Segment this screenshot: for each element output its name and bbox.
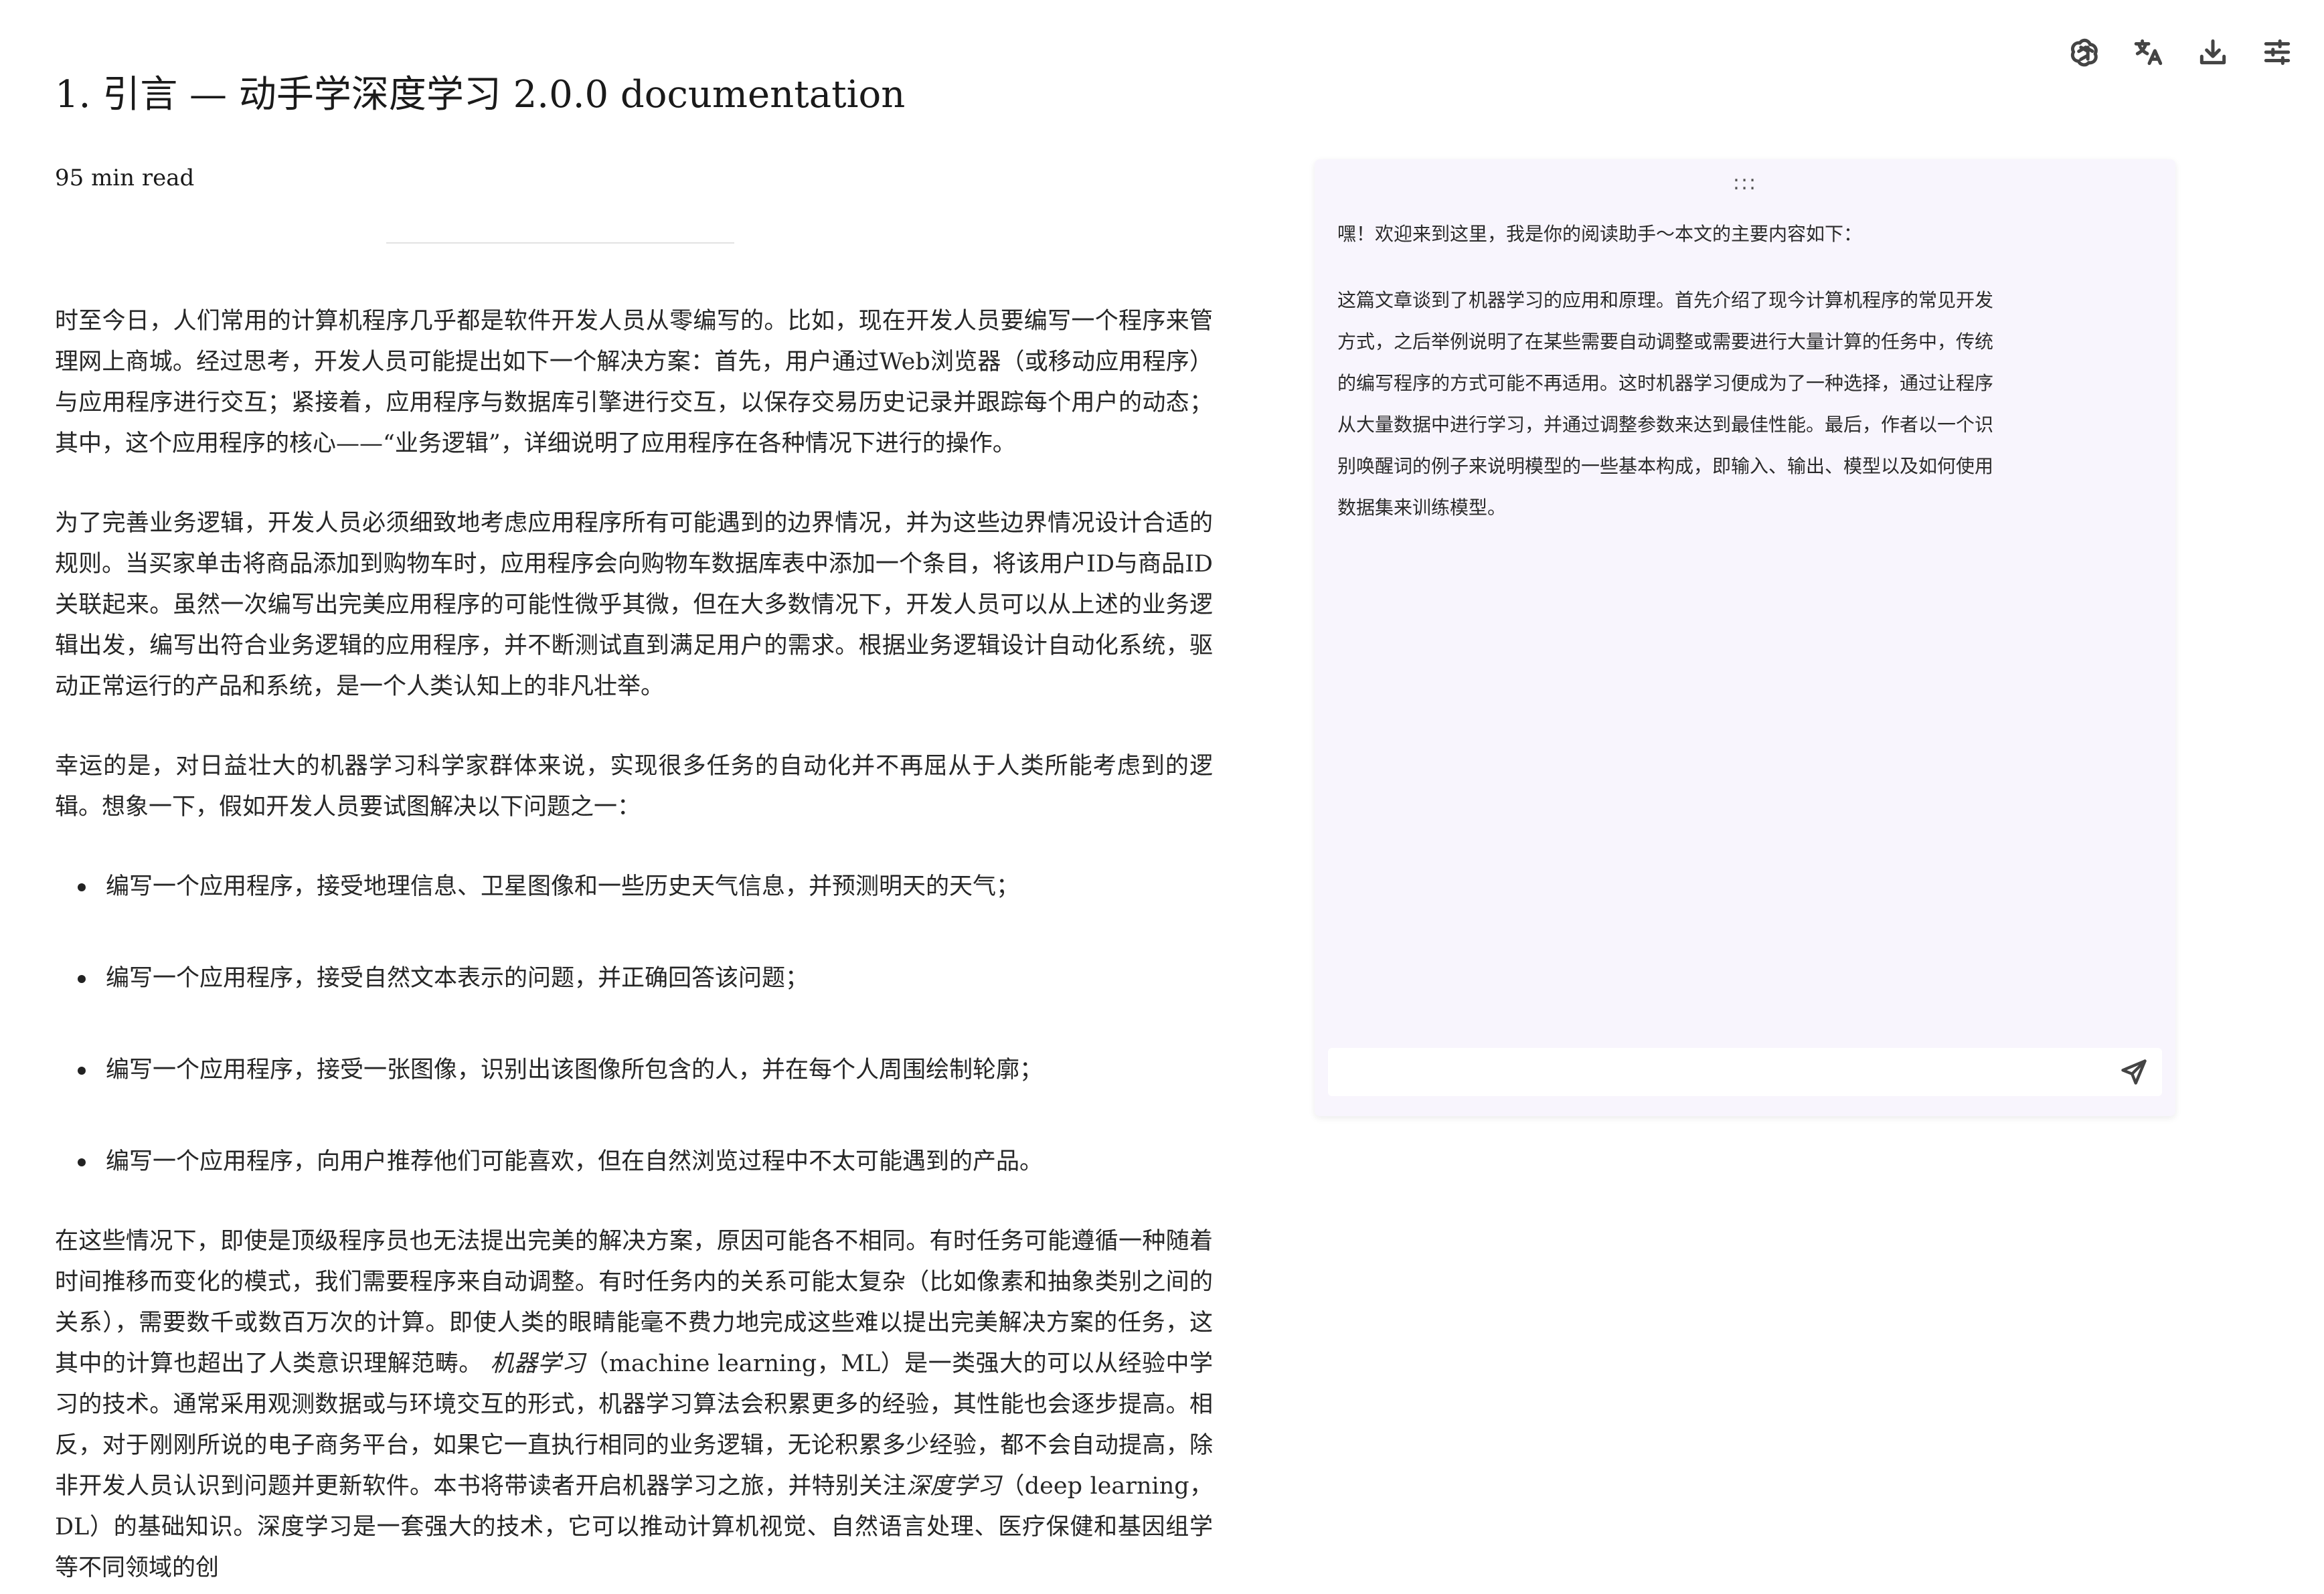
read-time: 95 min read	[55, 165, 195, 191]
article: 1. 引言 — 动手学深度学习 2.0.0 documentation 95 m…	[55, 67, 1213, 1589]
settings-sliders-icon[interactable]	[2260, 35, 2295, 70]
openai-icon[interactable]	[2067, 35, 2102, 70]
term-deep-learning: 深度学习	[906, 1473, 1001, 1500]
chat-input[interactable]	[1328, 1048, 2115, 1096]
reading-assistant-panel: ::: 嘿！欢迎来到这里，我是你的阅读助手～本文的主要内容如下： 这篇文章谈到了…	[1315, 159, 2175, 1116]
bullet-dot	[78, 1066, 86, 1075]
paragraph-3: 幸运的是，对日益壮大的机器学习科学家群体来说，实现很多任务的自动化并不再屈从于人…	[55, 753, 1213, 820]
bullet-dot	[78, 883, 86, 891]
divider	[386, 242, 734, 244]
paragraph-2: 为了完善业务逻辑，开发人员必须细致地考虑应用程序所有可能遇到的边界情况，并为这些…	[55, 510, 1213, 700]
list-item-text: 编写一个应用程序，接受一张图像，识别出该图像所包含的人，并在每个人周围绘制轮廓；	[106, 1057, 1044, 1083]
list-item-text: 编写一个应用程序，向用户推荐他们可能喜欢，但在自然浏览过程中不太可能遇到的产品。	[106, 1148, 1044, 1175]
paragraph-1: 时至今日，人们常用的计算机程序几乎都是软件开发人员从零编写的。比如，现在开发人员…	[55, 308, 1213, 457]
list-item: 编写一个应用程序，接受地理信息、卫星图像和一些历史天气信息，并预测明天的天气；	[55, 867, 1213, 907]
list-item: 编写一个应用程序，接受一张图像，识别出该图像所包含的人，并在每个人周围绘制轮廓；	[55, 1050, 1213, 1091]
paragraph-4: 在这些情况下，即使是顶级程序员也无法提出完美的解决方案，原因可能各不相同。有时任…	[55, 1221, 1213, 1589]
translate-icon[interactable]	[2131, 35, 2166, 70]
drag-handle[interactable]: :::	[1733, 171, 1757, 195]
term-machine-learning: 机器学习	[490, 1350, 586, 1377]
bullet-list: 编写一个应用程序，接受地理信息、卫星图像和一些历史天气信息，并预测明天的天气； …	[55, 867, 1213, 1182]
assistant-greeting: 嘿！欢迎来到这里，我是你的阅读助手～本文的主要内容如下：	[1337, 223, 1863, 245]
list-item: 编写一个应用程序，接受自然文本表示的问题，并正确回答该问题；	[55, 958, 1213, 999]
send-icon	[2121, 1059, 2147, 1085]
assistant-summary: 这篇文章谈到了机器学习的应用和原理。首先介绍了现今计算机程序的常见开发方式，之后…	[1337, 289, 1994, 519]
list-item-text: 编写一个应用程序，接受自然文本表示的问题，并正确回答该问题；	[106, 965, 809, 992]
page-title: 1. 引言 — 动手学深度学习 2.0.0 documentation	[55, 73, 906, 116]
download-icon[interactable]	[2195, 35, 2230, 70]
chat-input-row	[1328, 1048, 2162, 1096]
list-item: 编写一个应用程序，向用户推荐他们可能喜欢，但在自然浏览过程中不太可能遇到的产品。	[55, 1142, 1213, 1182]
send-button[interactable]	[2118, 1056, 2150, 1088]
list-item-text: 编写一个应用程序，接受地理信息、卫星图像和一些历史天气信息，并预测明天的天气；	[106, 873, 1020, 900]
top-toolbar	[2067, 35, 2295, 70]
bullet-dot	[78, 1158, 86, 1166]
bullet-dot	[78, 974, 86, 983]
